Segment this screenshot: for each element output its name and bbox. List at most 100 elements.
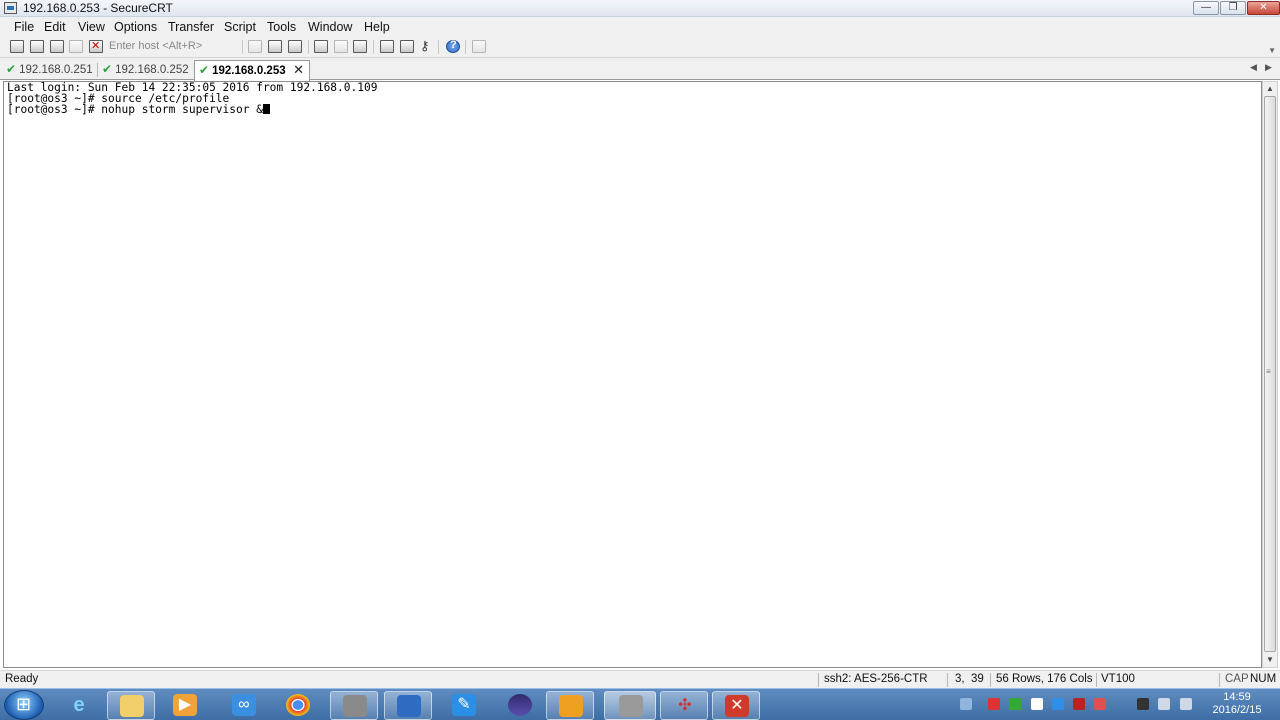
print-icon[interactable] [314,40,328,53]
taskbar-cloud-app[interactable]: ∞ [220,691,268,720]
connect-icon[interactable] [10,40,24,53]
taskbar-internet-explorer[interactable]: e [55,691,103,720]
taskbar-securecrt[interactable] [604,691,656,720]
status-divider [990,673,991,687]
toolbar-separator [465,40,466,54]
vm-app-icon [559,695,583,717]
windows-taskbar: e ▶ ∞ ✎ ✣ ✕ [0,688,1280,720]
menu-options[interactable]: Options [114,20,157,34]
menu-help[interactable]: Help [364,20,390,34]
print-selection-icon[interactable] [334,40,348,53]
tab-scroll-right-icon[interactable]: ▶ [1265,62,1272,73]
scroll-up-icon[interactable]: ▲ [1266,84,1274,93]
global-options-icon[interactable] [400,40,414,53]
status-terminal-size: 56 Rows, 176 Cols [996,673,1093,685]
terminal-view[interactable]: Last login: Sun Feb 14 22:35:05 2016 fro… [3,81,1262,668]
menu-bar: File Edit View Options Transfer Script T… [0,17,1280,37]
quick-connect-input[interactable]: Enter host <Alt+R> [106,39,236,55]
toolbar: Enter host <Alt+R> ▼ [0,37,1280,58]
taskbar-eclipse[interactable] [496,691,544,720]
title-bar: 192.168.0.253 - SecureCRT — ❐ ✕ [0,0,1280,17]
toolbar-separator [373,40,374,54]
internet-explorer-icon: e [73,694,85,716]
network-app-icon [397,695,421,717]
tab-label: 192.168.0.252 [115,64,189,76]
connected-check-icon: ✔ [199,63,210,77]
restore-button[interactable]: ❐ [1220,1,1246,15]
terminal-line: [root@os3 ~]# nohup storm supervisor & [7,104,270,116]
tab-session-251[interactable]: ✔ 192.168.0.251 [6,60,96,80]
taskbar-vm-app[interactable] [546,691,594,720]
status-divider [818,673,819,687]
terminal-command: [root@os3 ~]# nohup storm supervisor & [7,103,263,116]
toolbar-separator [438,40,439,54]
tray-shield-icon[interactable] [1073,698,1085,710]
print-setup-icon[interactable] [353,40,367,53]
terminal-scrollbar[interactable]: ▲ ≡ ▼ [1262,81,1278,668]
menu-script[interactable]: Script [224,20,256,34]
tray-cloud-icon[interactable] [1052,698,1064,710]
pen-icon: ✎ [452,694,476,716]
clock-time: 14:59 [1223,691,1251,703]
taskbar-network-app[interactable] [384,691,432,720]
connected-check-icon: ✔ [6,62,17,76]
taskbar-notes-app[interactable]: ✎ [440,691,488,720]
find-icon[interactable] [288,40,302,53]
status-divider [1096,673,1097,687]
tray-security-icon[interactable] [1009,698,1021,710]
status-ready: Ready [5,673,39,685]
key-icon[interactable] [419,38,433,54]
tray-xmind-icon[interactable] [1094,698,1106,710]
tray-user-icon[interactable] [1137,698,1149,710]
keyboard-tray-icon[interactable] [960,698,972,710]
taskbar-pdf-reader[interactable]: ✕ [712,691,760,720]
sftp-icon[interactable] [472,40,486,53]
connected-check-icon: ✔ [102,62,113,76]
tab-session-252[interactable]: ✔ 192.168.0.252 [102,60,194,80]
taskbar-terminal-app[interactable] [330,691,378,720]
status-terminal-type: VT100 [1101,673,1135,685]
copy-icon[interactable] [248,40,262,53]
tab-session-253[interactable]: ✔ 192.168.0.253 ✕ [194,60,310,81]
menu-edit[interactable]: Edit [44,20,66,34]
taskbar-xmind[interactable]: ✣ [660,691,708,720]
volume-tray-icon[interactable] [1180,698,1192,710]
securecrt-taskbar-icon [619,695,643,717]
menu-view[interactable]: View [78,20,105,34]
tab-label: 192.168.0.253 [212,65,286,77]
status-num-lock: NUM [1250,673,1277,685]
menu-file[interactable]: File [14,20,34,34]
toolbar-separator [308,40,309,54]
paste-icon[interactable] [268,40,282,53]
taskbar-media-player[interactable]: ▶ [161,691,209,720]
terminal-cursor [262,104,270,114]
taskbar-chrome[interactable] [274,691,322,720]
tab-label: 192.168.0.251 [19,64,93,76]
tray-windows-icon[interactable] [1031,698,1043,710]
connect-in-tab-icon[interactable] [50,40,64,53]
menu-transfer[interactable]: Transfer [168,20,214,34]
start-button[interactable] [4,690,44,720]
minimize-button[interactable]: — [1193,1,1219,15]
reconnect-icon[interactable] [69,40,83,53]
menu-tools[interactable]: Tools [267,20,296,34]
xmind-icon: ✣ [678,697,692,714]
session-options-icon[interactable] [380,40,394,53]
scrollbar-grip-icon: ≡ [1266,367,1271,376]
securecrt-app-icon[interactable] [4,2,17,14]
taskbar-file-explorer[interactable] [107,691,155,720]
help-icon[interactable] [446,39,460,53]
folder-icon [120,695,144,717]
quick-connect-icon[interactable] [30,40,44,53]
network-tray-icon[interactable] [1158,698,1170,710]
taskbar-clock[interactable]: 14:59 2016/2/15 [1200,691,1274,717]
close-window-button[interactable]: ✕ [1247,1,1280,15]
menu-window[interactable]: Window [308,20,352,34]
tab-scroll-left-icon[interactable]: ◀ [1250,62,1257,73]
close-tab-icon[interactable]: ✕ [293,61,304,79]
disconnect-icon[interactable] [89,39,103,53]
toolbar-overflow-icon[interactable]: ▼ [1268,46,1276,55]
tray-app-icon[interactable] [988,698,1000,710]
chrome-icon [286,694,310,716]
scroll-down-icon[interactable]: ▼ [1266,655,1274,664]
